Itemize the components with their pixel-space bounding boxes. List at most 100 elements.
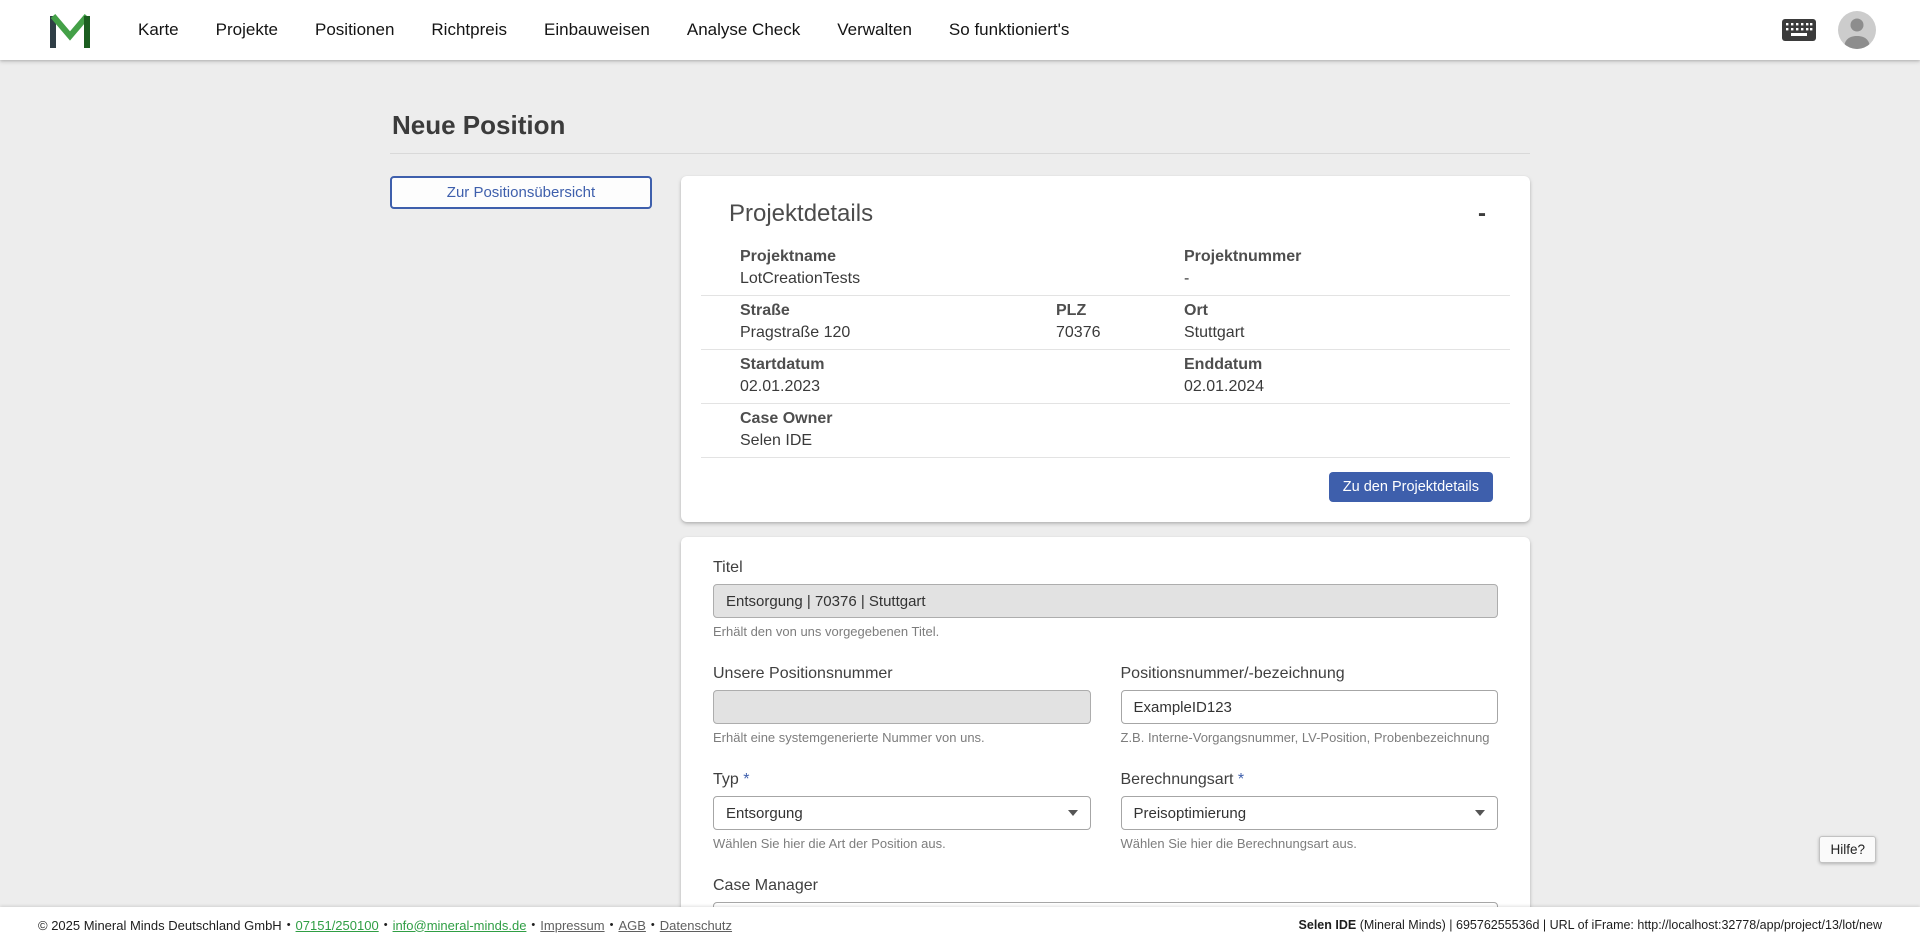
nav-item-richtpreis[interactable]: Richtpreis bbox=[431, 20, 507, 40]
collapse-icon[interactable]: - bbox=[1474, 202, 1490, 226]
user-avatar[interactable] bbox=[1838, 11, 1876, 49]
berechnungsart-label: Berechnungsart * bbox=[1121, 771, 1499, 789]
project-details-card: Projektdetails - Projektname LotCreation… bbox=[681, 176, 1530, 522]
typ-select-value: Entsorgung bbox=[726, 805, 803, 822]
titel-input bbox=[713, 584, 1498, 618]
separator: • bbox=[531, 919, 535, 931]
form-row-numbers: Unsere Positionsnummer Erhält eine syste… bbox=[713, 665, 1498, 745]
position-form-card: Titel Erhält den von uns vorgegebenen Ti… bbox=[681, 537, 1530, 943]
titel-group: Titel Erhält den von uns vorgegebenen Ti… bbox=[713, 559, 1498, 639]
projektnummer-label: Projektnummer bbox=[1184, 246, 1510, 268]
berechnungsart-select[interactable]: Preisoptimierung bbox=[1121, 796, 1499, 830]
separator: • bbox=[651, 919, 655, 931]
page-title: Neue Position bbox=[392, 110, 1530, 141]
typ-label-text: Typ bbox=[713, 771, 739, 788]
content-row: Zur Positionsübersicht Projektdetails - … bbox=[390, 176, 1530, 943]
titel-label: Titel bbox=[713, 559, 1498, 577]
top-navbar: Karte Projekte Positionen Richtpreis Ein… bbox=[0, 0, 1920, 60]
unsere-positionsnummer-label: Unsere Positionsnummer bbox=[713, 665, 1091, 683]
plz-label: PLZ bbox=[1056, 300, 1184, 322]
phone-link[interactable]: 07151/250100 bbox=[296, 918, 379, 933]
field-strasse: Straße Pragstraße 120 bbox=[740, 300, 1056, 344]
case-owner-value: Selen IDE bbox=[740, 430, 1510, 452]
right-column: Projektdetails - Projektname LotCreation… bbox=[681, 176, 1530, 943]
project-details-actions: Zu den Projektdetails bbox=[681, 458, 1530, 522]
footer-session-details: (Mineral Minds) | 69576255536d | URL of … bbox=[1356, 918, 1882, 932]
table-row: Startdatum 02.01.2023 Enddatum 02.01.202… bbox=[701, 350, 1510, 404]
berechnungsart-hint: Wählen Sie hier die Berechnungsart aus. bbox=[1121, 836, 1499, 851]
project-details-header: Projektdetails - bbox=[681, 176, 1530, 238]
nav-item-verwalten[interactable]: Verwalten bbox=[837, 20, 912, 40]
table-row: Projektname LotCreationTests Projektnumm… bbox=[701, 242, 1510, 296]
enddatum-label: Enddatum bbox=[1184, 354, 1510, 376]
nav-item-projekte[interactable]: Projekte bbox=[216, 20, 278, 40]
logo[interactable] bbox=[48, 9, 92, 51]
nav-item-einbauweisen[interactable]: Einbauweisen bbox=[544, 20, 650, 40]
positionsnummer-hint: Z.B. Interne-Vorgangsnummer, LV-Position… bbox=[1121, 730, 1499, 745]
email-link[interactable]: info@mineral-minds.de bbox=[393, 918, 527, 933]
project-details-table: Projektname LotCreationTests Projektnumm… bbox=[701, 242, 1510, 458]
typ-group: Typ * Entsorgung Wählen Sie hier die Art… bbox=[713, 771, 1091, 851]
back-to-positions-button[interactable]: Zur Positionsübersicht bbox=[390, 176, 652, 209]
strasse-label: Straße bbox=[740, 300, 1056, 322]
projektname-value: LotCreationTests bbox=[740, 268, 1184, 290]
unsere-positionsnummer-hint: Erhält eine systemgenerierte Nummer von … bbox=[713, 730, 1091, 745]
projektname-label: Projektname bbox=[740, 246, 1184, 268]
unsere-positionsnummer-group: Unsere Positionsnummer Erhält eine syste… bbox=[713, 665, 1091, 745]
ort-value: Stuttgart bbox=[1184, 322, 1510, 344]
titel-hint: Erhält den von uns vorgegebenen Titel. bbox=[713, 624, 1498, 639]
berechnungsart-group: Berechnungsart * Preisoptimierung Wählen… bbox=[1121, 771, 1499, 851]
berechnungsart-select-value: Preisoptimierung bbox=[1134, 805, 1247, 822]
datenschutz-link[interactable]: Datenschutz bbox=[660, 918, 732, 933]
project-details-title: Projektdetails bbox=[729, 200, 873, 228]
table-row: Straße Pragstraße 120 PLZ 70376 Ort Stut… bbox=[701, 296, 1510, 350]
left-column: Zur Positionsübersicht bbox=[390, 176, 652, 209]
agb-link[interactable]: AGB bbox=[618, 918, 645, 933]
separator: • bbox=[287, 919, 291, 931]
enddatum-value: 02.01.2024 bbox=[1184, 376, 1510, 398]
person-icon bbox=[1838, 11, 1876, 49]
form-row-type: Typ * Entsorgung Wählen Sie hier die Art… bbox=[713, 771, 1498, 851]
field-projektname: Projektname LotCreationTests bbox=[740, 246, 1184, 290]
title-divider bbox=[390, 153, 1530, 154]
main-nav: Karte Projekte Positionen Richtpreis Ein… bbox=[138, 20, 1069, 40]
nav-item-analyse-check[interactable]: Analyse Check bbox=[687, 20, 800, 40]
impressum-link[interactable]: Impressum bbox=[540, 918, 604, 933]
required-marker: * bbox=[743, 771, 749, 788]
typ-hint: Wählen Sie hier die Art der Position aus… bbox=[713, 836, 1091, 851]
chevron-down-icon bbox=[1475, 810, 1485, 816]
chevron-down-icon bbox=[1068, 810, 1078, 816]
nav-item-karte[interactable]: Karte bbox=[138, 20, 179, 40]
nav-item-positionen[interactable]: Positionen bbox=[315, 20, 394, 40]
positionsnummer-input[interactable] bbox=[1121, 690, 1499, 724]
plz-value: 70376 bbox=[1056, 322, 1184, 344]
keyboard-icon[interactable] bbox=[1782, 19, 1816, 41]
case-owner-label: Case Owner bbox=[740, 408, 1510, 430]
field-ort: Ort Stuttgart bbox=[1184, 300, 1510, 344]
footer-user: Selen IDE bbox=[1299, 918, 1357, 932]
field-enddatum: Enddatum 02.01.2024 bbox=[1184, 354, 1510, 398]
field-plz: PLZ 70376 bbox=[1056, 300, 1184, 344]
unsere-positionsnummer-input bbox=[713, 690, 1091, 724]
footer-left: © 2025 Mineral Minds Deutschland GmbH • … bbox=[38, 918, 732, 933]
separator: • bbox=[384, 919, 388, 931]
berechnungsart-label-text: Berechnungsart bbox=[1121, 771, 1234, 788]
field-case-owner: Case Owner Selen IDE bbox=[740, 408, 1510, 452]
positionsnummer-group: Positionsnummer/-bezeichnung Z.B. Intern… bbox=[1121, 665, 1499, 745]
projektnummer-value: - bbox=[1184, 268, 1510, 290]
field-startdatum: Startdatum 02.01.2023 bbox=[740, 354, 1184, 398]
help-button[interactable]: Hilfe? bbox=[1819, 836, 1876, 863]
startdatum-value: 02.01.2023 bbox=[740, 376, 1184, 398]
separator: • bbox=[610, 919, 614, 931]
field-projektnummer: Projektnummer - bbox=[1184, 246, 1510, 290]
logo-icon bbox=[48, 9, 92, 51]
navbar-right bbox=[1782, 11, 1876, 49]
required-marker: * bbox=[1238, 771, 1244, 788]
nav-item-so-funktionierts[interactable]: So funktioniert's bbox=[949, 20, 1069, 40]
strasse-value: Pragstraße 120 bbox=[740, 322, 1056, 344]
to-project-details-button[interactable]: Zu den Projektdetails bbox=[1329, 472, 1493, 502]
typ-select[interactable]: Entsorgung bbox=[713, 796, 1091, 830]
typ-label: Typ * bbox=[713, 771, 1091, 789]
copyright-text: © 2025 Mineral Minds Deutschland GmbH bbox=[38, 918, 282, 933]
ort-label: Ort bbox=[1184, 300, 1510, 322]
